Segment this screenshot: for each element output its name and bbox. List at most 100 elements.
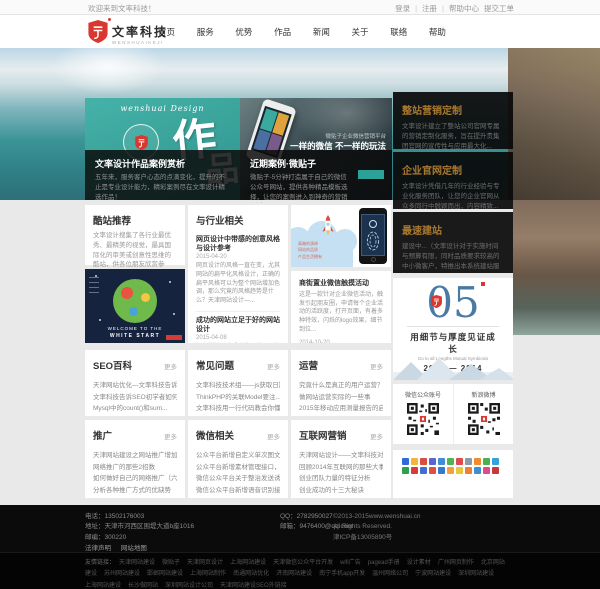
social-icon[interactable] (402, 467, 409, 474)
logo[interactable]: 文率科技 WENSHUAIKEJI (88, 18, 168, 48)
register-link[interactable]: 注册 (422, 3, 437, 14)
sitemap-link[interactable]: 网站地图 (121, 545, 147, 552)
nav-item[interactable]: 新闻 (313, 26, 330, 38)
article-link[interactable]: 大家来看看互联网创业人士具备的5大素... (299, 497, 383, 498)
social-icon[interactable] (456, 458, 463, 465)
article-link[interactable]: MySQL 约束字段的非空约束的提示 (93, 415, 177, 416)
case-view-button[interactable] (358, 170, 384, 179)
article-link[interactable]: 微信的改革都是一个靠谱讲 (196, 497, 280, 498)
case-caption-title[interactable]: 近期案例·微贴子 (250, 157, 382, 170)
social-icon[interactable] (465, 467, 472, 474)
friend-link[interactable]: 上海网站建设 (85, 583, 121, 589)
friend-link[interactable]: 微贴子 (162, 560, 180, 566)
more-link[interactable]: 更多 (370, 431, 383, 441)
login-link[interactable]: 登录 (395, 3, 410, 14)
article-link[interactable]: 微信公众平台新增语音识别接口 (196, 485, 280, 497)
rocket-illustration-card[interactable]: 高端的演绎 网站的品质 产品生活拥有 (291, 205, 391, 267)
article-link[interactable]: 2015年移动应用测量报告的启示大事 (299, 403, 383, 415)
submit-ticket-link[interactable]: 提交工单 (484, 3, 514, 14)
social-icon[interactable] (465, 458, 472, 465)
design-caption-title[interactable]: 文率设计作品案例赏析 (95, 157, 230, 170)
friend-link[interactable]: 邯郸网站建设 (147, 571, 183, 577)
friend-link[interactable]: 深圳网站设计公司 (165, 583, 213, 589)
article-link[interactable]: 做网站运营实际的一些事 (299, 392, 383, 404)
friend-link[interactable]: 上海网站制作 (190, 571, 226, 577)
social-icon[interactable] (420, 467, 427, 474)
service-box-marketing[interactable]: 整站营销定制 文率设计建立了整站公司官网专属的营销定制化服务，旨在提升贵集团官网… (393, 92, 513, 149)
article-link[interactable]: 天津网站建设——网站优化中的内容优化 (93, 497, 177, 498)
article-link[interactable]: 天津网站优化—文率科技告诉大家SEO... (93, 380, 177, 392)
article-link[interactable]: 公众平台新增素材管理接口，开发者认证... (196, 462, 280, 474)
friend-link[interactable]: pagead手册 (368, 560, 400, 566)
social-icon[interactable] (429, 458, 436, 465)
friend-link[interactable]: 长沙做网站 (128, 583, 158, 589)
article-link[interactable]: 文率科技告诉SEO初学者如何更好的掌... (93, 392, 177, 404)
social-icon[interactable] (402, 458, 409, 465)
article-link[interactable]: 文率科技用一行代码教会你懂Ajax方法 (196, 403, 280, 415)
article-link[interactable]: Mysql中的count()和sum... (93, 403, 177, 415)
friend-link[interactable]: 天津网页设计 (187, 560, 223, 566)
nav-item[interactable]: 作品 (274, 26, 291, 38)
service-box-quick-build[interactable]: 最速建站 建设中...（文率设计对于实施时间与预算有限，同时品质要求较高的中小微… (393, 212, 513, 273)
social-icon[interactable] (474, 467, 481, 474)
article[interactable]: 网页设计中带感的创意风格与设计参考 2015-04-20 网页设计的风格一直在变… (196, 231, 280, 311)
case-article-title[interactable]: 商街置业微信触摸活动 (299, 279, 383, 288)
social-icon[interactable] (483, 467, 490, 474)
wechat-case-article-card[interactable]: 商街置业微信触摸活动 这是一款针对企业微信活动，触发引起朋友圈，申请每个企业活动… (291, 271, 391, 343)
article-link[interactable]: 创业团队力量的特征分析 (299, 473, 383, 485)
friend-link[interactable]: 温州网络公司 (372, 571, 408, 577)
friend-link[interactable]: 苏州网站建设 (104, 571, 140, 577)
article-link[interactable]: 如何做好自己的网络推广（六） (93, 473, 177, 485)
nav-item[interactable]: 联络 (390, 26, 407, 38)
world-illustration-card[interactable]: WELCOME TO THE WHITE START (85, 269, 185, 343)
friend-link[interactable]: 天津微信公众平台开发 (273, 560, 333, 566)
article-link[interactable]: 网络推广的那些2招数 (93, 462, 177, 474)
article-link[interactable]: 天津网站建设之网站推广增加外链最好的... (93, 450, 177, 462)
friend-link[interactable]: 济南网站建设 (276, 571, 312, 577)
friend-link[interactable]: wifi广告 (340, 560, 361, 566)
friend-link[interactable]: 天津网站建设SEO外链接 (220, 583, 287, 589)
social-icon[interactable] (474, 458, 481, 465)
article-link[interactable]: 天津网站设计——文率科技对于互联网金... (299, 450, 383, 462)
article-link[interactable]: 微信公众平台关于整治发送诱导分享行... (196, 473, 280, 485)
social-icon[interactable] (447, 458, 454, 465)
article-link[interactable]: 文率科技技术组——js获取日期的方法 (196, 380, 280, 392)
more-link[interactable]: 更多 (370, 361, 383, 371)
nav-item[interactable]: 首页 (158, 26, 175, 38)
article-link[interactable]: 文率科技——解决百度推广 (196, 415, 280, 416)
social-icon[interactable] (447, 467, 454, 474)
article-link[interactable]: ThinkPHP的关联Model要注... (196, 392, 280, 404)
service-box-corporate-site[interactable]: 企业官网定制 文率设计凭借几年的行业经验与专业化服务团队，让您的企业官网从众多同… (393, 152, 513, 209)
article-link[interactable]: 公众平台新增自定义单次图文消息上线 (196, 450, 280, 462)
friend-link[interactable]: 广州网页制作 (438, 560, 474, 566)
article-link[interactable]: 分析各种推广方式的优缺势 (93, 485, 177, 497)
article-link[interactable]: 回顾2014年互联网的那些大事儿 (299, 462, 383, 474)
more-link[interactable]: 更多 (164, 431, 177, 441)
friend-link[interactable]: 上海网站建设 (230, 560, 266, 566)
article-link[interactable]: 究竟什么是真正的用户运营？如何做用户... (299, 380, 383, 392)
social-icon[interactable] (483, 458, 490, 465)
more-link[interactable]: 更多 (267, 361, 280, 371)
social-icon[interactable] (411, 467, 418, 474)
social-icon[interactable] (429, 467, 436, 474)
friend-link[interactable]: 南通网站优化 (233, 571, 269, 577)
article[interactable]: 成功的网站立足于好的网站设计 2015-04-08 怎么样第一个成功的网站？天津… (196, 310, 280, 343)
friend-link[interactable]: 南宁手机app开发 (319, 571, 365, 577)
social-icon[interactable] (492, 467, 499, 474)
article-link[interactable]: 创业成功的十三大秘诀 (299, 485, 383, 497)
social-icon[interactable] (438, 458, 445, 465)
social-icon[interactable] (420, 458, 427, 465)
friend-link[interactable]: 宁波网站建设 (415, 571, 451, 577)
nav-item[interactable]: 帮助 (429, 26, 446, 38)
more-link[interactable]: 更多 (267, 431, 280, 441)
legal-link[interactable]: 法律声明 (85, 545, 111, 552)
social-icon[interactable] (411, 458, 418, 465)
social-icon[interactable] (456, 467, 463, 474)
social-icon[interactable] (438, 467, 445, 474)
friend-link[interactable]: 天津网站建设 (119, 560, 155, 566)
article-link[interactable]: 文率科技组——程序员如何降低 (299, 415, 383, 416)
more-link[interactable]: 更多 (164, 361, 177, 371)
social-icon[interactable] (492, 458, 499, 465)
friend-link[interactable]: 设计素材 (407, 560, 431, 566)
nav-item[interactable]: 服务 (197, 26, 214, 38)
